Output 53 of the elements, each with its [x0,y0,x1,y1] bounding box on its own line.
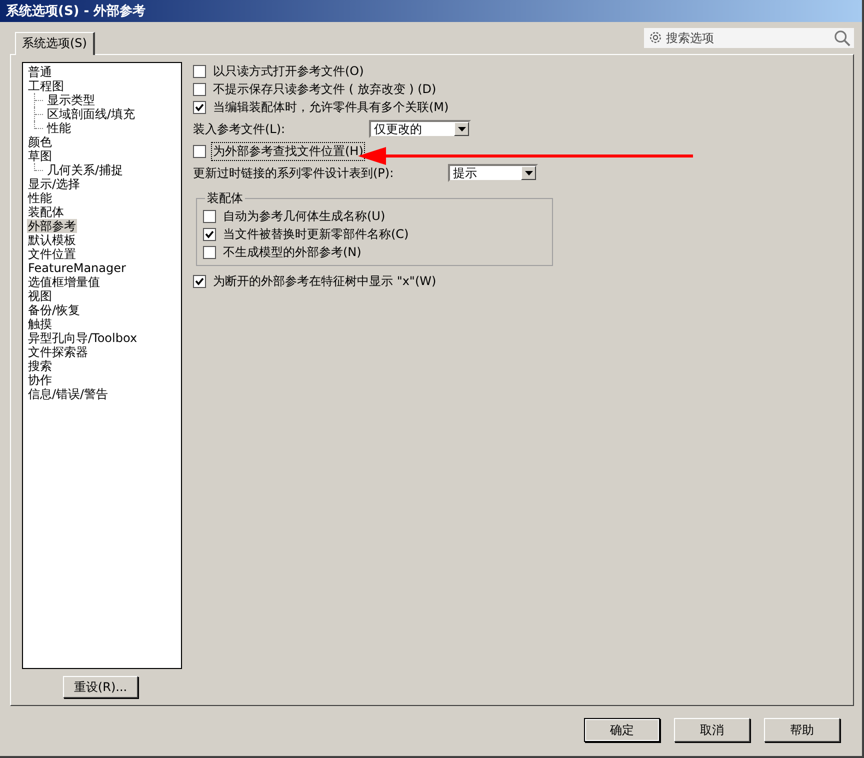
tree-item[interactable]: 颜色 [27,135,53,149]
checkbox-label[interactable]: 以只读方式打开参考文件(O) [211,62,366,80]
checkbox[interactable] [193,274,206,288]
tree-item[interactable]: 异型孔向导/Toolbox [27,331,138,345]
tree-item[interactable]: 草图 [27,149,53,163]
checkbox[interactable] [203,228,216,240]
tree-item[interactable]: 信息/错误/警告 [27,387,110,401]
checkbox[interactable] [193,100,206,114]
checkbox[interactable] [203,210,216,222]
checkbox-label[interactable]: 自动为参考几何体生成名称(U) [221,206,388,226]
tree-item[interactable]: 普通 [27,65,53,79]
group-title: 装配体 [206,190,244,207]
checkbox[interactable] [193,82,206,96]
checkbox[interactable] [193,144,206,158]
tree-item[interactable]: 显示/选择 [27,177,82,191]
tree-item[interactable]: 文件探索器 [27,345,89,359]
tree-item[interactable]: 几何关系/捕捉 [46,163,124,177]
checkbox[interactable] [193,64,206,78]
dialog-button[interactable]: 帮助 [764,718,840,742]
dropdown-label: 装入参考文件(L): [193,120,286,138]
tree-item[interactable]: 区域剖面线/填充 [46,107,136,121]
checkbox-label[interactable]: 当编辑装配体时，允许零件具有多个关联(M) [211,98,451,116]
tree-item[interactable]: 文件位置 [27,247,77,261]
tree-item[interactable]: 备份/恢复 [27,303,82,317]
checkbox-label[interactable]: 不提示保存只读参考文件 ( 放弃改变 ) (D) [211,80,438,98]
tree-item[interactable]: 协作 [27,373,53,387]
dialog-button[interactable]: 确定 [584,718,660,742]
tab[interactable]: 系统选项(S) [15,32,95,55]
search-icon[interactable] [834,30,851,47]
checkbox[interactable] [203,246,216,258]
dropdown-label: 更新过时链接的系列零件设计表到(P): [193,164,395,182]
checkbox-label[interactable]: 当文件被替换时更新零部件名称(C) [221,224,411,244]
tree-item[interactable]: 默认模板 [27,233,77,247]
tree-item[interactable]: 外部参考 [27,219,77,233]
dropdown[interactable]: 提示 [448,164,538,182]
tree-item[interactable]: 工程图 [27,79,65,93]
checkbox-label[interactable]: 为断开的外部参考在特征树中显示 "x"(W) [211,272,438,290]
tree-item[interactable]: 性能 [27,191,53,205]
tree-item[interactable]: 性能 [46,121,72,135]
dialog-button[interactable]: 取消 [674,718,750,742]
tree-item[interactable]: 触摸 [27,317,53,331]
reset-button[interactable]: 重设(R)... [63,676,138,698]
checkbox-label[interactable]: 不生成模型的外部参考(N) [221,242,364,262]
tree-item[interactable]: 选值框增量值 [27,275,101,289]
search-field[interactable]: 搜索选项 [644,28,854,48]
tree-item[interactable]: 搜索 [27,359,53,373]
tree-item[interactable]: 视图 [27,289,53,303]
window-title: 系统选项(S) - 外部参考 [6,2,146,20]
dropdown[interactable]: 仅更改的 [369,120,471,138]
tree-item[interactable]: 装配体 [27,205,65,219]
tree-item[interactable]: FeatureManager [27,261,127,275]
settings-icon[interactable] [648,30,663,45]
tree-item[interactable]: 显示类型 [46,93,96,107]
